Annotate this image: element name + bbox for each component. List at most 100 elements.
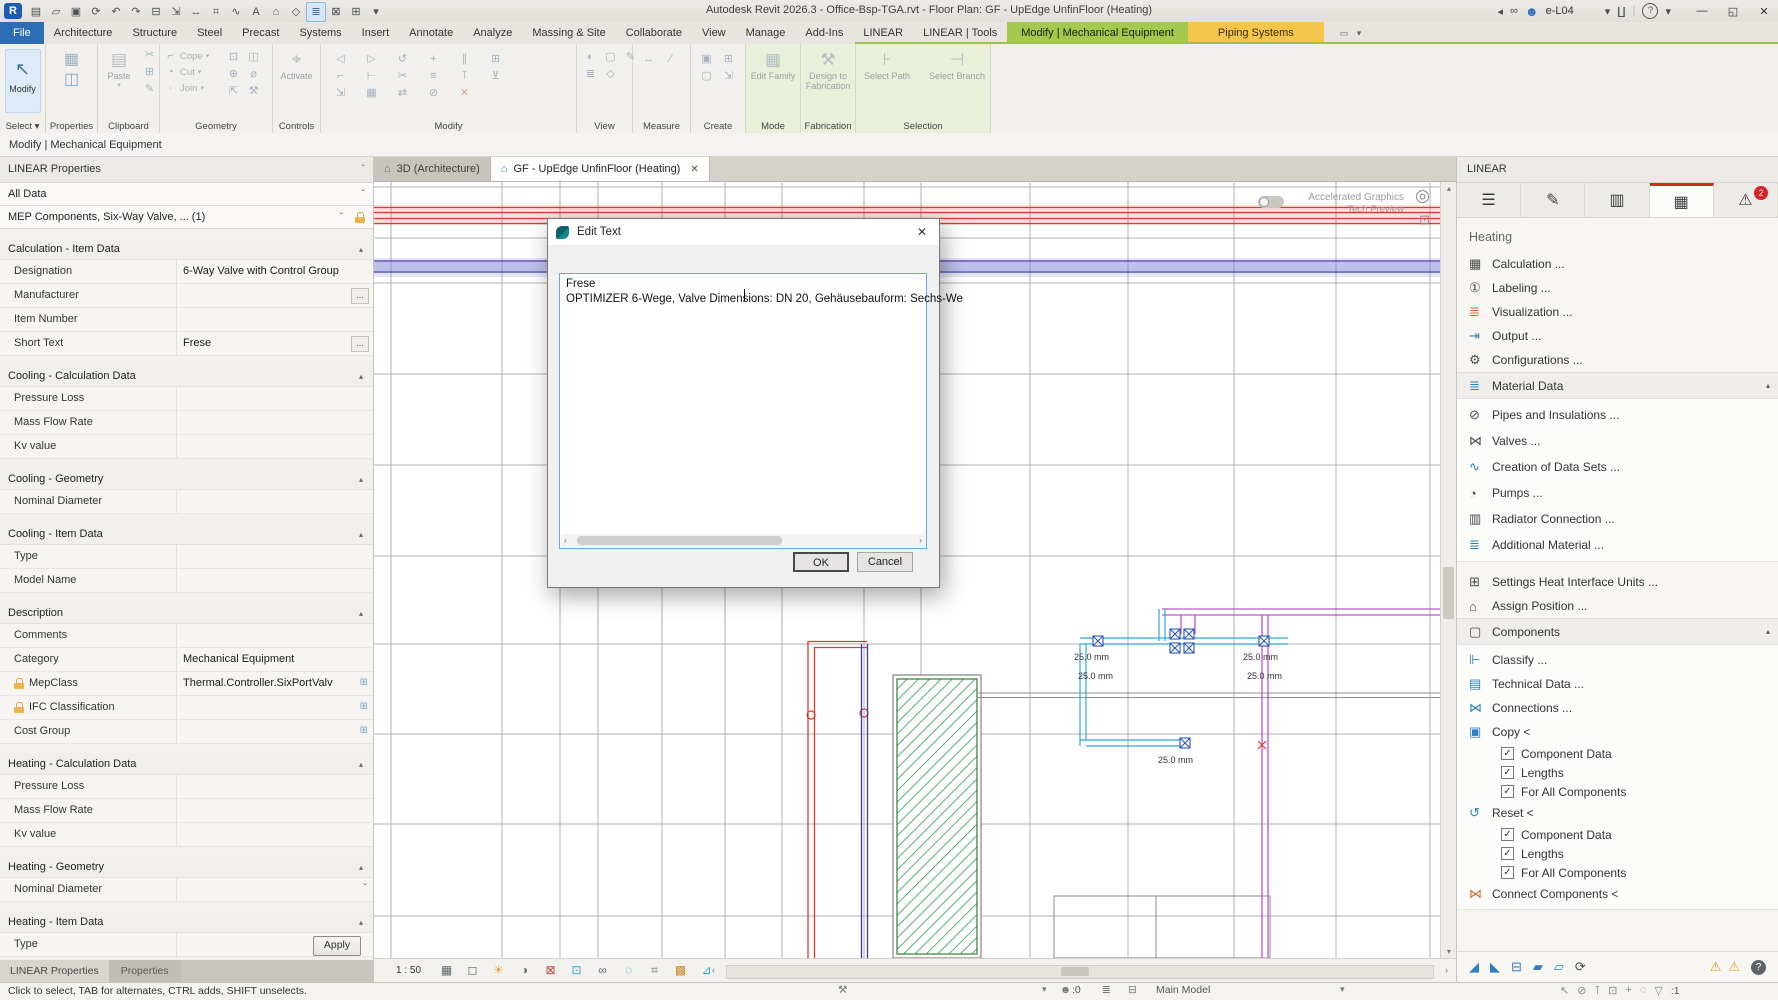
- section-cooling-item-data[interactable]: Cooling - Item Data▴: [0, 524, 373, 545]
- mapping-table-icon[interactable]: ⊞: [360, 701, 368, 712]
- prop-row-designation[interactable]: Designation6-Way Valve with Control Grou…: [0, 260, 373, 284]
- menu-item-technical-data[interactable]: ▤Technical Data ...: [1457, 672, 1778, 696]
- select-links-icon[interactable]: ↖: [1560, 984, 1569, 997]
- section-heating-item-data[interactable]: Heating - Item Data▴: [0, 912, 373, 933]
- modify-tool-button[interactable]: ↖ Modify: [5, 49, 41, 113]
- filter-count[interactable]: :1: [1671, 985, 1680, 997]
- warning-error-icon[interactable]: ⚠: [1728, 959, 1740, 975]
- scale-icon[interactable]: ⇲: [333, 86, 348, 100]
- select-path-button[interactable]: ⊦ Select Path: [860, 49, 914, 81]
- worksharing-display-icon[interactable]: ▩: [672, 963, 689, 978]
- prop-row-heating-nominal-diameter[interactable]: Nominal Diameterˇ: [0, 878, 373, 902]
- asset-browser-icon[interactable]: ▦: [46, 49, 97, 69]
- tab-steel[interactable]: Steel: [187, 22, 232, 44]
- pin-icon[interactable]: ⊺: [457, 69, 472, 83]
- scroll-up-icon[interactable]: ▴: [1441, 184, 1457, 193]
- demolish-icon[interactable]: ⚒: [246, 84, 261, 98]
- prop-row-cooling-kv-value[interactable]: Kv value: [0, 435, 373, 459]
- array-icon[interactable]: ▦: [364, 86, 379, 100]
- trim-extend-icon[interactable]: ⊢: [364, 69, 379, 83]
- tab-systems[interactable]: Systems: [289, 22, 351, 44]
- join-button[interactable]: ∙Join▾: [164, 82, 216, 94]
- sun-path-icon[interactable]: ☀: [490, 963, 507, 978]
- tab-add-ins[interactable]: Add-Ins: [795, 22, 853, 44]
- browse-button[interactable]: ...: [351, 288, 369, 304]
- tab-view[interactable]: View: [692, 22, 736, 44]
- scrollbar-thumb[interactable]: [1061, 967, 1089, 976]
- worksharing-icon[interactable]: ⚒: [838, 984, 847, 996]
- prop-row-cooling-pressure-loss[interactable]: Pressure Loss: [0, 387, 373, 411]
- collapse-arrow-icon[interactable]: ◂: [1498, 5, 1504, 18]
- reveal-hidden-icon[interactable]: ∞: [594, 963, 611, 978]
- cut-button[interactable]: ◔Cut▾: [164, 66, 216, 78]
- rotate-icon[interactable]: ↺: [395, 52, 410, 66]
- browse-button[interactable]: ...: [351, 336, 369, 352]
- beam-opening-icon[interactable]: ⇱: [226, 84, 241, 98]
- tab-edit[interactable]: ✎: [1521, 183, 1585, 217]
- cut-to-clipboard-icon[interactable]: ✂: [142, 48, 157, 62]
- edit-family-button[interactable]: ▦ Edit Family: [750, 49, 796, 81]
- checkbox-copy-lengths[interactable]: ✓Lengths: [1457, 763, 1778, 782]
- horizontal-scrollbar[interactable]: [726, 965, 1434, 979]
- prop-row-cooling-nominal-diameter[interactable]: Nominal Diameter: [0, 490, 373, 514]
- thin-lines-icon[interactable]: ≣: [306, 2, 326, 22]
- drag-on-selection-icon[interactable]: +: [1625, 984, 1631, 997]
- prop-row-heating-kv-value[interactable]: Kv value: [0, 823, 373, 847]
- duct-delete-tool-icon[interactable]: ▱: [1554, 959, 1564, 975]
- cope-button[interactable]: ⌐Cope▾: [164, 50, 216, 62]
- model-line-icon[interactable]: ∿: [226, 3, 246, 21]
- move-icon[interactable]: +: [426, 52, 441, 66]
- delete-icon[interactable]: ✕: [457, 86, 472, 100]
- text-icon[interactable]: A: [246, 3, 266, 21]
- steering-wheel-icon[interactable]: ◎: [1415, 186, 1430, 206]
- active-design-option[interactable]: Main Model: [1156, 984, 1210, 996]
- dialog-title-bar[interactable]: Edit Text ✕: [548, 219, 939, 245]
- view-tab-gf-upedge-unfinfloor[interactable]: ⌂ GF - UpEdge UnfinFloor (Heating) ✕: [491, 157, 710, 181]
- menu-item-connections[interactable]: ⋈Connections ...: [1457, 696, 1778, 720]
- panel-collapse-icon[interactable]: ˇ: [362, 157, 365, 182]
- crop-view-icon[interactable]: ⊠: [542, 963, 559, 978]
- create-parts-icon[interactable]: ▣: [699, 52, 714, 66]
- dialog-close-icon[interactable]: ✕: [913, 225, 931, 239]
- red-riser-pipe[interactable]: [808, 642, 867, 959]
- measure-icon[interactable]: ⌗: [206, 3, 226, 21]
- collapse-caret-icon[interactable]: ▴: [1766, 381, 1770, 390]
- section-icon[interactable]: ◇: [286, 3, 306, 21]
- dialog-horizontal-scrollbar[interactable]: ‹ ›: [561, 534, 925, 547]
- wall-opening-icon[interactable]: ⊕: [226, 67, 241, 81]
- zoom-control-icon[interactable]: ⊡: [1419, 212, 1430, 228]
- menu-item-additional-material[interactable]: ≣Additional Material ...: [1457, 532, 1778, 558]
- app-store-cart-icon[interactable]: ∐: [1617, 5, 1625, 18]
- cancel-button[interactable]: Cancel: [857, 552, 913, 572]
- text-edit-field[interactable]: Frese OPTIMIZER 6-Wege, Valve Dimensions…: [559, 273, 927, 549]
- menu-item-copy[interactable]: ▣Copy <: [1457, 720, 1778, 744]
- menu-item-pipes-insulations[interactable]: ⊘Pipes and Insulations ...: [1457, 402, 1778, 428]
- scroll-right-icon[interactable]: ›: [919, 534, 922, 547]
- prop-row-mepclass[interactable]: MepClassThermal.Controller.SixPortValv⊞: [0, 672, 373, 696]
- create-group-icon[interactable]: ▢: [699, 69, 714, 83]
- mirror-axis-icon[interactable]: ▷: [364, 52, 379, 66]
- section-description[interactable]: Description▴: [0, 603, 373, 624]
- ok-button[interactable]: OK: [793, 552, 849, 572]
- guide-grid-icon[interactable]: ≣: [583, 67, 598, 81]
- checkbox-reset-lengths[interactable]: ✓Lengths: [1457, 844, 1778, 863]
- ribbon-display-toggle-icon[interactable]: ▭ ▾: [1340, 22, 1365, 44]
- menu-item-creation-of-data-sets[interactable]: ∿Creation of Data Sets ...: [1457, 454, 1778, 480]
- prop-row-item-number[interactable]: Item Number: [0, 308, 373, 332]
- mapping-table-icon[interactable]: ⊞: [360, 725, 368, 736]
- menu-item-reset[interactable]: ↺Reset <: [1457, 801, 1778, 825]
- save-icon[interactable]: ▣: [66, 3, 86, 21]
- design-options-caret-icon[interactable]: ▾: [1340, 984, 1345, 995]
- paint-icon[interactable]: ◫: [246, 50, 261, 64]
- paste-button[interactable]: ▤ Paste ▾: [100, 49, 138, 100]
- select-by-face-icon[interactable]: ⊡: [1608, 984, 1617, 997]
- open-icon[interactable]: ▱: [46, 3, 66, 21]
- measure-between-icon[interactable]: ↔: [641, 52, 656, 66]
- close-hidden-windows-icon[interactable]: ⊠: [326, 3, 346, 21]
- checkbox-copy-for-all-components[interactable]: ✓For All Components: [1457, 782, 1778, 801]
- prop-row-cooling-type[interactable]: Type: [0, 545, 373, 569]
- refresh-component-icon[interactable]: ⟳: [1575, 959, 1586, 975]
- temporary-hide-icon[interactable]: ◌: [620, 963, 637, 978]
- valve-symbol[interactable]: [1093, 629, 1269, 748]
- tab-architecture[interactable]: Architecture: [44, 22, 123, 44]
